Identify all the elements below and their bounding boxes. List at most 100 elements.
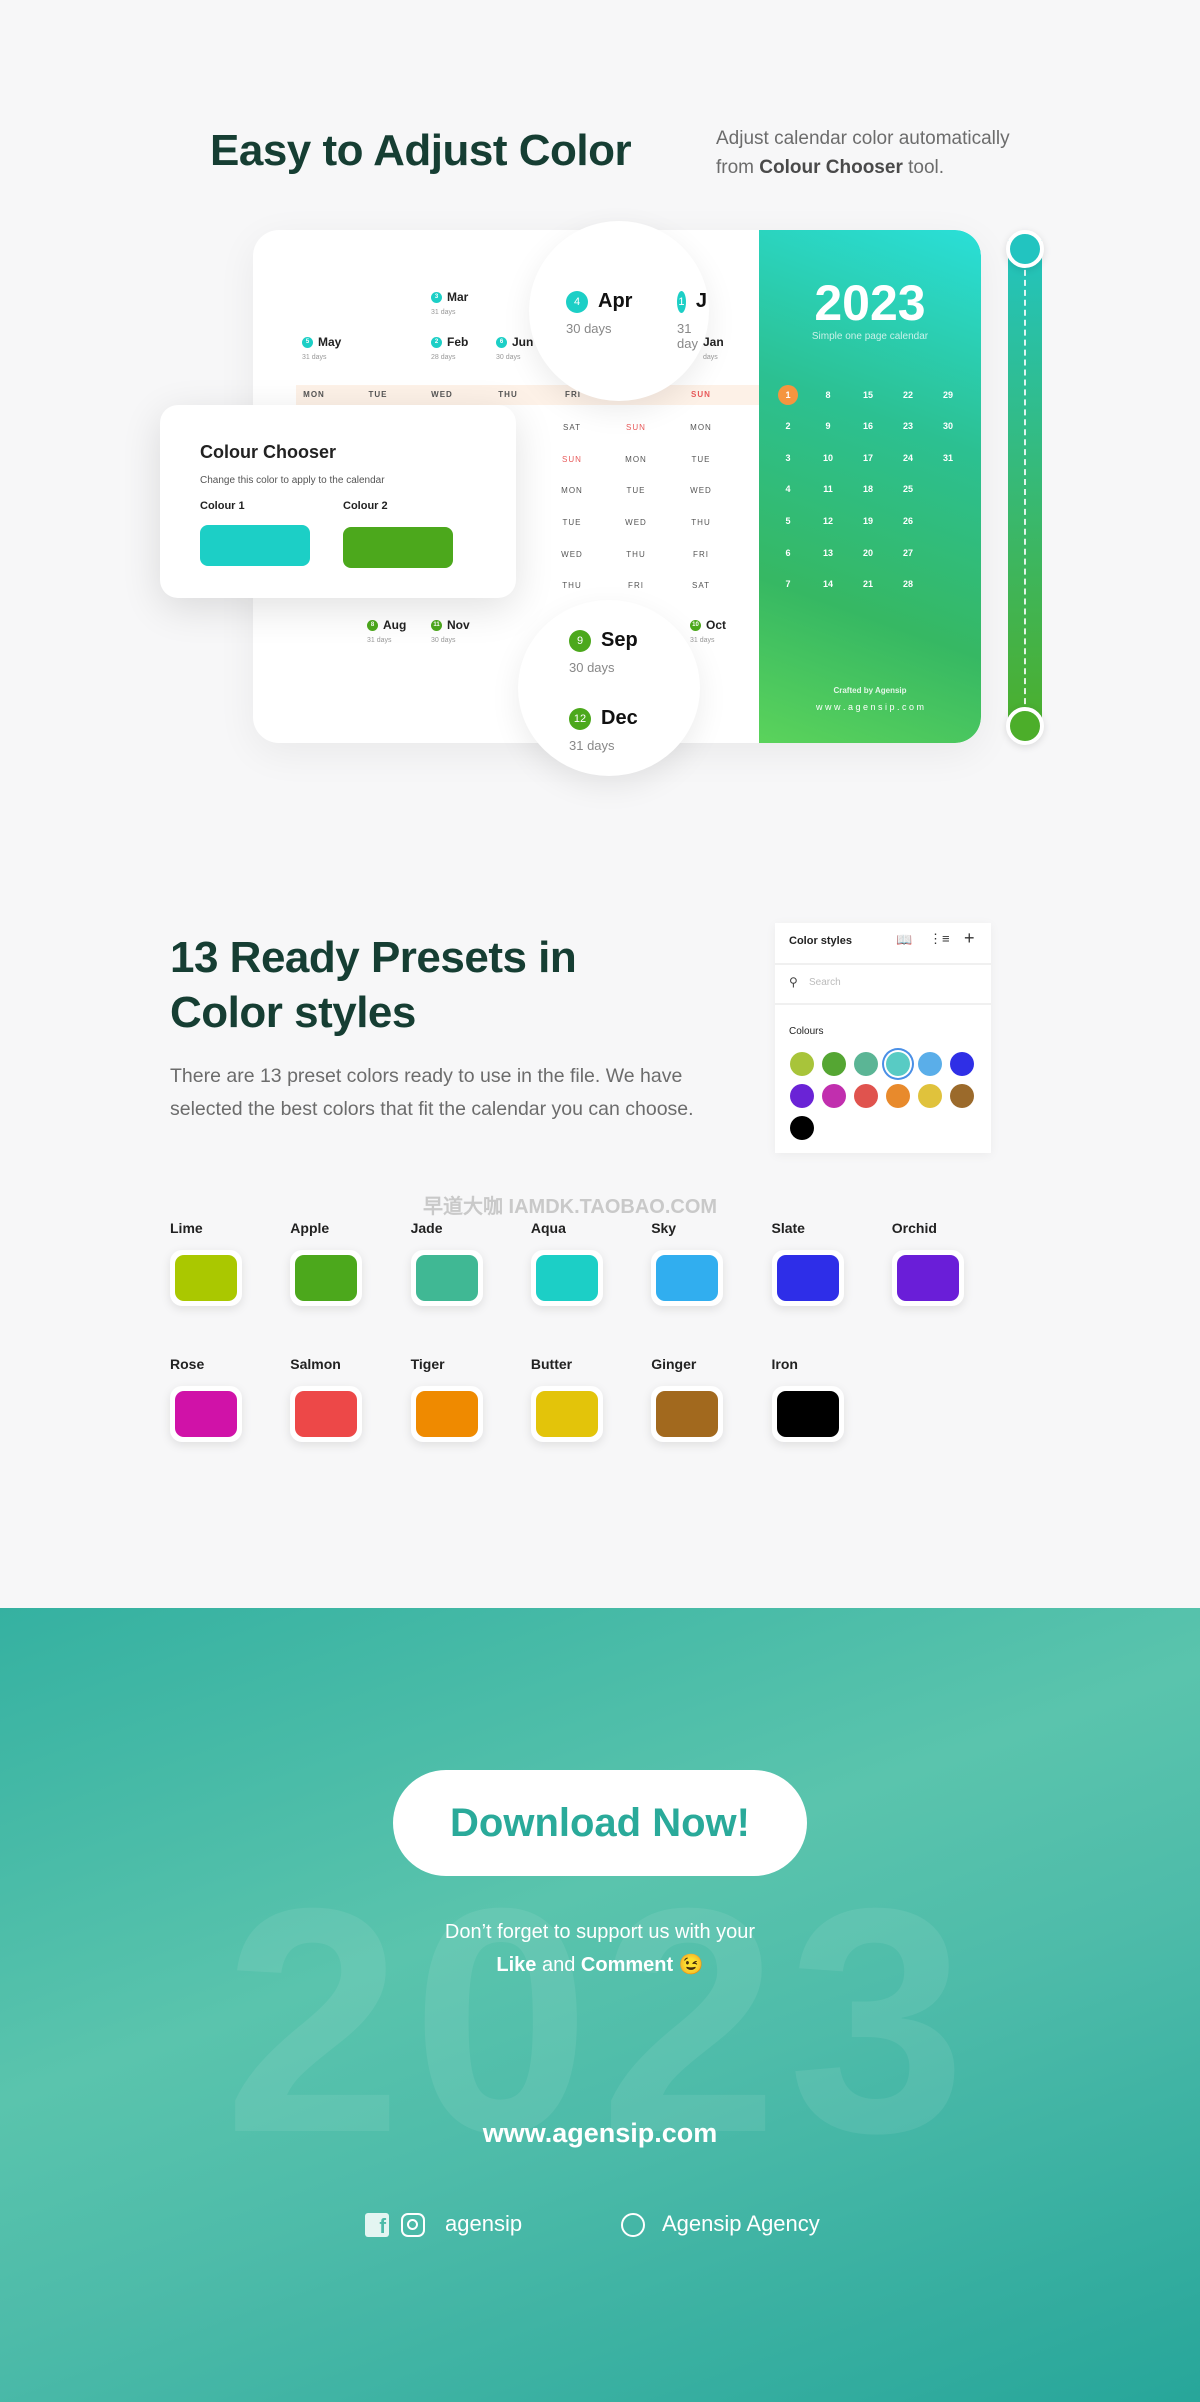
weekday-cell: TUE <box>691 455 711 464</box>
slider-handle-bottom[interactable] <box>1006 707 1044 745</box>
preset-swatch[interactable] <box>175 1391 237 1437</box>
instagram-icon[interactable] <box>401 2213 425 2237</box>
wink-emoji-icon: 😉 <box>678 1954 704 1976</box>
preset-sky[interactable]: Sky <box>651 1220 724 1306</box>
color-style-dot[interactable] <box>950 1052 974 1076</box>
weekday-cell: SUN <box>626 423 646 432</box>
preset-rose[interactable]: Rose <box>170 1356 242 1442</box>
weekday-cell: WED <box>690 486 712 495</box>
preset-swatch[interactable] <box>535 1391 598 1437</box>
color-gradient-slider[interactable] <box>1008 240 1042 734</box>
weekday-header: WED <box>431 390 453 399</box>
book-icon[interactable]: 📖 <box>896 932 912 948</box>
colour2-swatch[interactable] <box>343 527 453 568</box>
preset-swatch[interactable] <box>656 1391 719 1437</box>
section2-title: 13 Ready Presets in Color styles <box>170 933 577 1037</box>
date-cell: 24 <box>902 453 913 463</box>
weekday-cell: SAT <box>563 423 581 432</box>
weekday-cell: WED <box>625 518 647 527</box>
preset-tiger[interactable]: Tiger <box>410 1356 483 1442</box>
colour1-swatch[interactable] <box>200 525 310 566</box>
slider-handle-top[interactable] <box>1006 230 1044 268</box>
date-cell: 30 <box>942 421 953 431</box>
facebook-icon[interactable]: f <box>365 2213 389 2238</box>
weekday-cell: FRI <box>628 581 644 590</box>
search-input[interactable]: Search <box>809 977 841 988</box>
crafted-by: Crafted by Agensip <box>833 686 907 695</box>
preset-swatch[interactable] <box>415 1255 478 1301</box>
dribbble-icon[interactable] <box>621 2213 645 2237</box>
weekday-header: THU <box>498 390 518 399</box>
preset-swatch[interactable] <box>776 1391 839 1437</box>
preset-swatch[interactable] <box>175 1255 237 1301</box>
color-style-dot[interactable] <box>918 1084 942 1108</box>
preset-salmon[interactable]: Salmon <box>290 1356 363 1442</box>
date-cell: 31 <box>942 453 953 463</box>
preset-swatch[interactable] <box>656 1255 719 1301</box>
preset-swatch[interactable] <box>896 1255 959 1301</box>
preset-ginger[interactable]: Ginger <box>651 1356 724 1442</box>
preset-jade[interactable]: Jade <box>410 1220 483 1306</box>
colour2-label: Colour 2 <box>343 500 388 512</box>
chooser-title: Colour Chooser <box>200 442 337 462</box>
date-cell: 29 <box>942 390 953 400</box>
preset-iron[interactable]: Iron <box>771 1356 844 1442</box>
color-style-dot[interactable] <box>790 1116 814 1140</box>
month-label: 3 Mar 31 days <box>431 290 469 316</box>
download-section: 2023 Download Now! Don’t forget to suppo… <box>0 1608 1200 2402</box>
date-cell: 16 <box>862 421 873 431</box>
color-styles-panel: Color styles 📖 ⋮≡ + ⚲ Search Colours <box>775 923 991 1153</box>
date-cell: 26 <box>902 516 913 526</box>
date-cell: 6 <box>785 548 791 558</box>
color-style-dot[interactable] <box>854 1052 878 1076</box>
color-style-dot[interactable] <box>950 1084 974 1108</box>
preset-apple[interactable]: Apple <box>290 1220 363 1306</box>
date-cell: 11 <box>823 484 833 494</box>
website-link[interactable]: www.agensip.com <box>0 2118 1200 2149</box>
color-style-dot[interactable] <box>822 1052 846 1076</box>
preset-swatch[interactable] <box>776 1255 839 1301</box>
preset-aqua[interactable]: Aqua <box>530 1220 603 1306</box>
support-message: Don’t forget to support us with your Lik… <box>444 1921 756 1976</box>
preset-orchid[interactable]: Orchid <box>891 1220 964 1306</box>
preset-swatch[interactable] <box>535 1255 598 1301</box>
social-handle[interactable]: agensip <box>445 2211 522 2237</box>
date-cell: 2 <box>785 421 791 431</box>
date-cell: 5 <box>785 516 791 526</box>
preset-butter[interactable]: Butter <box>530 1356 603 1442</box>
color-style-dot[interactable] <box>918 1052 942 1076</box>
magnified-month: 9 Sep 30 days <box>569 629 638 675</box>
weekday-cell: SAT <box>692 581 710 590</box>
color-style-dot[interactable] <box>854 1084 878 1108</box>
weekday-cell: TUE <box>562 518 582 527</box>
preset-slate[interactable]: Slate <box>771 1220 844 1306</box>
preset-lime[interactable]: Lime <box>170 1220 242 1306</box>
date-cell: 23 <box>902 421 913 431</box>
weekday-cell: THU <box>626 550 646 559</box>
month-label: 6 Jun 30 days <box>496 335 534 361</box>
today-date: 1 <box>778 385 798 405</box>
weekday-cell: WED <box>561 550 583 559</box>
date-cell: 12 <box>822 516 833 526</box>
color-style-dot[interactable] <box>886 1084 910 1108</box>
date-cell: 8 <box>825 390 831 400</box>
download-button[interactable]: Download Now! <box>393 1770 807 1876</box>
preset-swatch[interactable] <box>295 1255 358 1301</box>
color-style-dot[interactable] <box>822 1084 846 1108</box>
list-icon[interactable]: ⋮≡ <box>929 931 950 947</box>
preset-swatch[interactable] <box>415 1391 478 1437</box>
color-style-dot[interactable] <box>790 1084 814 1108</box>
date-cell: 18 <box>862 484 873 494</box>
agency-name[interactable]: Agensip Agency <box>662 2211 820 2237</box>
weekday-cell: THU <box>562 581 582 590</box>
color-style-dot[interactable] <box>790 1052 814 1076</box>
calendar-year: 2023 <box>814 275 926 331</box>
date-cell: 22 <box>902 390 913 400</box>
magnified-month: 12 Dec 31 days <box>569 707 638 753</box>
preset-swatch[interactable] <box>295 1391 358 1437</box>
month-label: 5 May 31 days <box>302 335 342 361</box>
weekday-cell: TUE <box>626 486 646 495</box>
date-cell: 27 <box>902 548 913 558</box>
color-style-dot[interactable] <box>886 1052 910 1076</box>
plus-icon[interactable]: + <box>964 928 975 949</box>
